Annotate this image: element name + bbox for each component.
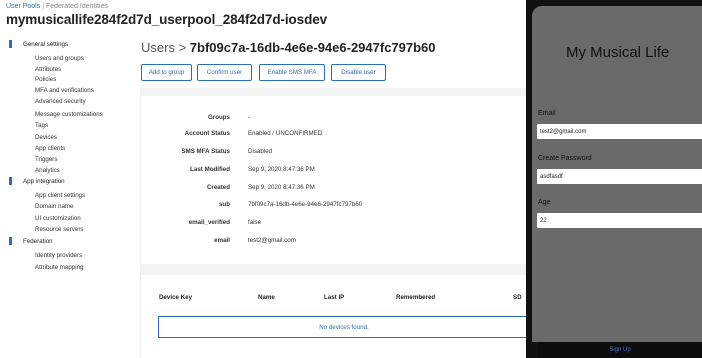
sidebar-item-app-client-settings[interactable]: App client settings — [35, 192, 85, 199]
sidebar-item-devices[interactable]: Devices — [35, 134, 57, 141]
attr-value-email-verified: false — [248, 219, 262, 226]
sidebar-item-policies[interactable]: Policies — [35, 76, 56, 83]
sidebar-item-message-customizations[interactable]: Message customizations — [35, 111, 103, 118]
sidebar-item-tags[interactable]: Tags — [35, 122, 48, 129]
age-field[interactable]: 22 — [537, 213, 702, 228]
attr-value-sub: 7bf09c7a-16db-4e6e-94e6-2947fc797b60 — [248, 201, 363, 208]
attr-label-created: Created — [206, 184, 230, 191]
sidebar-item-triggers[interactable]: Triggers — [35, 156, 57, 163]
user-pools-link[interactable]: User Pools — [6, 3, 40, 10]
email-label: Email — [538, 110, 556, 117]
breadcrumb-chevron: > — [178, 40, 187, 55]
sidebar-item-users-and-groups[interactable]: Users and groups — [35, 55, 84, 62]
attr-label-account-status: Account Status — [184, 130, 230, 137]
sidebar-item-attribute-mapping[interactable]: Attribute mapping — [35, 264, 84, 271]
attr-value-created: Sep 9, 2020 8:47:36 PM — [248, 184, 315, 191]
attr-label-sms-mfa: SMS MFA Status — [181, 148, 230, 155]
attr-value-account-status: Enabled / UNCONFIRMED — [248, 130, 323, 137]
users-link[interactable]: Users — [141, 40, 175, 55]
enable-sms-mfa-button[interactable]: Enable SMS MFA — [259, 64, 325, 81]
sidebar-section-federation[interactable]: Federation — [23, 238, 53, 245]
devices-header-remembered: Remembered — [396, 294, 436, 301]
sidebar-item-advanced-security[interactable]: Advanced security — [35, 98, 86, 105]
sidebar-item-app-clients[interactable]: App clients — [35, 145, 65, 152]
attr-label-email-verified: email_verified — [188, 219, 230, 226]
devices-header-last-ip: Last IP — [324, 294, 345, 301]
attr-value-groups: - — [248, 114, 251, 121]
app-title: My Musical Life — [566, 44, 670, 61]
breadcrumb: User Pools | Federated Identities — [6, 3, 108, 10]
attr-label-sub: sub — [218, 201, 230, 208]
devices-header-name: Name — [258, 294, 275, 301]
password-field[interactable]: asdfasdf — [537, 169, 702, 184]
sidebar-section-app-integration[interactable]: App integration — [23, 178, 65, 185]
page-title: Users > 7bf09c7a-16db-4e6e-94e6-2947fc79… — [141, 40, 436, 55]
devices-header-sd: SD — [513, 294, 522, 301]
sidebar-item-identity-providers[interactable]: Identity providers — [35, 252, 82, 259]
attr-value-last-modified: Sep 9, 2020 8:47:36 PM — [248, 166, 315, 173]
attr-value-email: test2@gmail.com — [248, 237, 296, 244]
devices-empty-message: No devices found. — [158, 316, 530, 338]
sidebar-item-ui-customization[interactable]: UI customization — [35, 215, 81, 222]
password-label: Create Password — [538, 155, 592, 162]
disable-user-button[interactable]: Disable user — [331, 64, 386, 81]
attr-label-last-modified: Last Modified — [190, 166, 230, 173]
attr-value-sms-mfa: Disabled — [248, 148, 273, 155]
sidebar-section-general-settings[interactable]: General settings — [23, 41, 68, 48]
age-label: Age — [538, 199, 551, 206]
devices-header-device-key: Device Key — [159, 294, 193, 301]
sidebar-item-analytics[interactable]: Analytics — [35, 167, 60, 174]
sign-up-button[interactable]: Sign Up — [538, 342, 702, 358]
federated-identities-link[interactable]: Federated Identities — [46, 3, 108, 10]
breadcrumb-separator: | — [42, 3, 45, 10]
email-field[interactable]: test2@gmail.com — [537, 124, 702, 139]
attr-label-groups: Groups — [207, 114, 230, 121]
sidebar-item-resource-servers[interactable]: Resource servers — [35, 226, 84, 233]
pool-title: mymusicallife284f2d7d_userpool_284f2d7d-… — [6, 12, 328, 27]
add-to-group-button[interactable]: Add to group — [141, 64, 192, 81]
section-marker — [9, 177, 12, 185]
sidebar-item-mfa[interactable]: MFA and verifications — [35, 87, 94, 94]
section-marker — [9, 40, 12, 48]
sidebar-item-domain-name[interactable]: Domain name — [35, 203, 74, 210]
user-id: 7bf09c7a-16db-4e6e-94e6-2947fc797b60 — [189, 40, 436, 55]
section-marker — [9, 237, 12, 245]
confirm-user-button[interactable]: Confirm user — [197, 64, 252, 81]
attr-label-email: email — [214, 237, 230, 244]
sidebar-item-attributes[interactable]: Attributes — [35, 66, 61, 73]
